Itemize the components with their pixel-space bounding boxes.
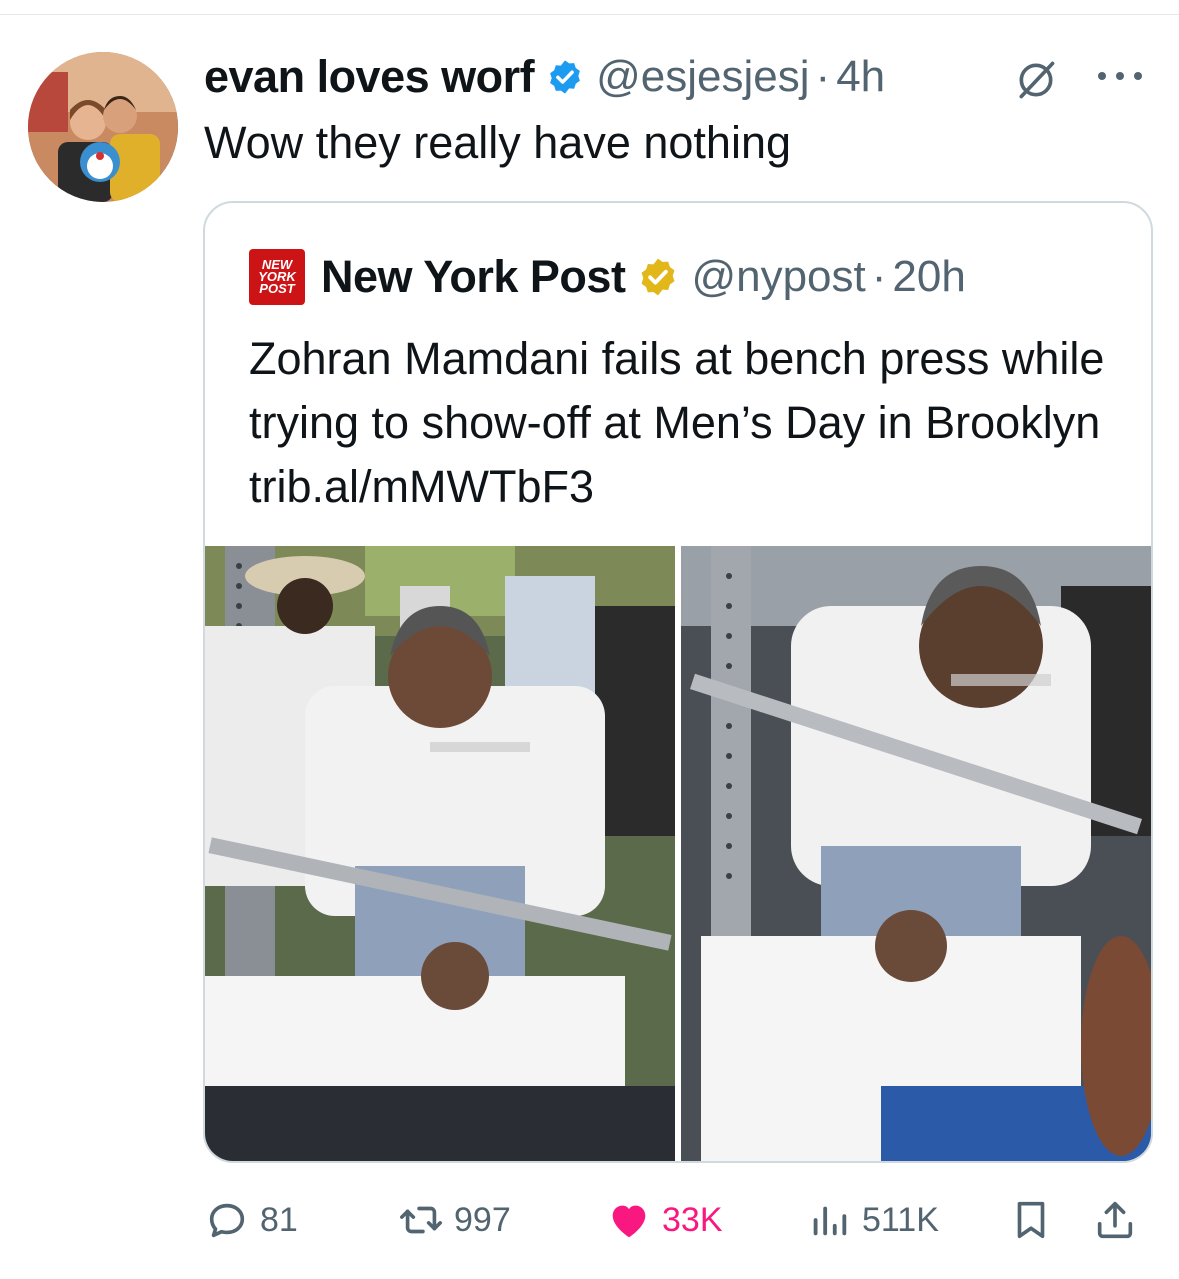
- separator-dot: ·: [871, 252, 887, 301]
- verified-badge-icon[interactable]: [637, 256, 679, 298]
- grok-icon[interactable]: [1014, 58, 1058, 102]
- more-options-icon[interactable]: [1094, 66, 1146, 86]
- like-count: 33K: [662, 1200, 723, 1239]
- heart-icon: [612, 1205, 646, 1238]
- retweet-button[interactable]: 997: [398, 1190, 511, 1250]
- reply-count: 81: [260, 1200, 298, 1239]
- tweet-text: Wow they really have nothing: [204, 117, 791, 168]
- views-count: 511K: [862, 1200, 939, 1239]
- quoted-tweet-card[interactable]: NEW YORK POST New York Post @nypost · 20h …: [203, 201, 1153, 1163]
- views-chart-icon: [813, 1206, 847, 1236]
- media-photo-1[interactable]: [205, 546, 675, 1161]
- handle-and-time: @esjesjesj · 4h: [596, 52, 885, 102]
- author-display-name[interactable]: evan loves worf: [204, 51, 535, 103]
- tweet-time[interactable]: 4h: [836, 52, 885, 101]
- quoted-display-name[interactable]: New York Post: [321, 251, 626, 303]
- separator-dot: ·: [815, 52, 831, 101]
- media-grid: [205, 546, 1151, 1161]
- share-button[interactable]: [1092, 1190, 1138, 1250]
- top-divider: [0, 14, 1179, 15]
- quoted-time[interactable]: 20h: [892, 252, 965, 301]
- views-button[interactable]: 511K: [806, 1190, 939, 1250]
- reply-button[interactable]: 81: [204, 1190, 298, 1250]
- tweet-header: evan loves worf @esjesjesj · 4h: [204, 46, 885, 108]
- verified-badge-icon[interactable]: [546, 58, 584, 96]
- media-photo-2[interactable]: [681, 546, 1151, 1161]
- bookmark-icon: [1017, 1201, 1045, 1239]
- bookmark-button[interactable]: [1008, 1190, 1054, 1250]
- retweet-count: 997: [454, 1200, 511, 1239]
- quoted-tweet-text: Zohran Mamdani fails at bench press whil…: [249, 333, 1105, 512]
- like-button[interactable]: 33K: [606, 1190, 723, 1250]
- share-icon: [1097, 1201, 1133, 1239]
- bench-press-photo: [205, 546, 675, 1161]
- logo-line-3: POST: [259, 281, 295, 296]
- quoted-handle-and-time: @nypost · 20h: [691, 252, 965, 302]
- retweet-icon: [400, 1206, 442, 1234]
- reply-icon: [209, 1203, 245, 1238]
- author-handle[interactable]: @esjesjesj: [596, 52, 809, 101]
- quoted-tweet-header: NEW YORK POST New York Post @nypost · 20h: [249, 247, 966, 307]
- nypost-logo[interactable]: NEW YORK POST: [249, 249, 305, 305]
- avatar[interactable]: [28, 52, 178, 202]
- quoted-handle[interactable]: @nypost: [691, 252, 865, 301]
- avatar-photo: [28, 52, 178, 202]
- bench-press-photo: [681, 546, 1151, 1161]
- action-bar: 81 997 33K 511K: [0, 1190, 1179, 1250]
